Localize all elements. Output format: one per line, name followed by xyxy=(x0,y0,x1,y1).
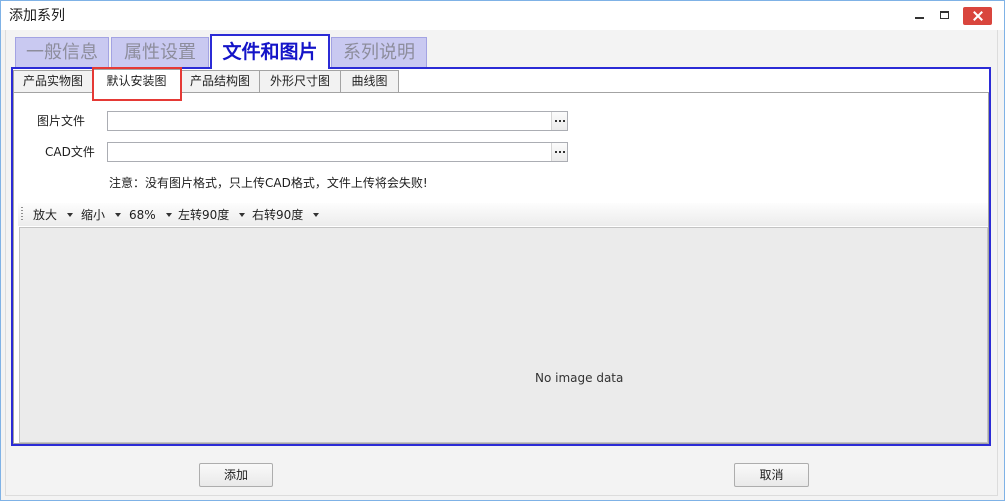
rotate-left-90-button[interactable]: 左转90度 xyxy=(178,203,246,226)
close-icon xyxy=(972,11,983,21)
tool-label: 放大 xyxy=(33,207,58,222)
sub-tab-label: 默认安装图 xyxy=(106,74,167,88)
tool-label: 缩小 xyxy=(81,207,106,222)
main-tab-label: 一般信息 xyxy=(26,42,98,63)
caret-down-icon xyxy=(165,212,172,217)
toolbar-grip-handle[interactable] xyxy=(21,207,23,222)
zoom-level-dropdown[interactable]: 68% xyxy=(129,203,172,226)
tool-label: 右转90度 xyxy=(252,207,304,222)
ellipsis-icon xyxy=(555,151,557,153)
main-tab-label: 文件和图片 xyxy=(222,41,318,63)
installation-drawing-page: 图片文件 CAD文件 注意：没有图片格式，只上传CAD格式，文件上传将会失败! … xyxy=(13,92,989,444)
image-toolbar: 放大 缩小 68% 左转90度 右转90度 xyxy=(18,203,988,226)
rotate-right-90-button[interactable]: 右转90度 xyxy=(252,203,320,226)
minimize-button[interactable] xyxy=(907,6,931,26)
main-tab-attribute-settings[interactable]: 属性设置 xyxy=(111,37,209,68)
sub-tab-label: 外形尺寸图 xyxy=(269,74,330,88)
maximize-button[interactable] xyxy=(932,6,956,26)
image-file-browse-button[interactable] xyxy=(551,112,567,130)
cad-file-label: CAD文件 xyxy=(45,145,95,159)
no-image-text: No image data xyxy=(535,371,624,385)
cad-file-edit xyxy=(107,142,568,162)
main-tab-general-info[interactable]: 一般信息 xyxy=(15,37,109,68)
image-viewer[interactable]: No image data xyxy=(19,227,988,443)
sub-tab-label: 曲线图 xyxy=(351,74,388,88)
main-tab-files-and-images[interactable]: 文件和图片 xyxy=(210,34,330,69)
main-tab-series-description[interactable]: 系列说明 xyxy=(331,37,427,68)
cad-file-browse-button[interactable] xyxy=(551,143,567,161)
caret-down-icon xyxy=(115,212,122,217)
sub-tab-outline-dimension-drawing[interactable]: 外形尺寸图 xyxy=(259,70,341,93)
maximize-icon xyxy=(940,11,949,19)
add-button[interactable]: 添加 xyxy=(199,463,273,487)
sub-tab-label: 产品结构图 xyxy=(189,74,250,88)
zoom-in-button[interactable]: 放大 xyxy=(33,203,74,226)
caret-down-icon xyxy=(313,212,320,217)
caret-down-icon xyxy=(67,212,74,217)
ellipsis-icon xyxy=(555,120,557,122)
window-title: 添加系列 xyxy=(9,8,65,24)
main-tab-label: 属性设置 xyxy=(124,42,196,63)
sub-tab-default-installation-drawing[interactable]: 默认安装图 xyxy=(92,69,181,93)
tool-label: 左转90度 xyxy=(178,207,230,222)
sub-tab-product-structure-drawing[interactable]: 产品结构图 xyxy=(180,70,260,93)
image-file-label: 图片文件 xyxy=(37,114,86,128)
upload-warning-note: 注意：没有图片格式，只上传CAD格式，文件上传将会失败! xyxy=(109,176,428,190)
files-and-images-panel: 产品实物图 默认安装图 产品结构图 外形尺寸图 曲线图 图片文件 CAD文件 注… xyxy=(11,67,991,446)
minimize-icon xyxy=(915,17,924,19)
close-button[interactable] xyxy=(963,7,992,25)
image-file-input[interactable] xyxy=(108,112,551,130)
sub-tab-product-photo[interactable]: 产品实物图 xyxy=(13,70,93,93)
cancel-button[interactable]: 取消 xyxy=(734,463,809,487)
zoom-out-button[interactable]: 缩小 xyxy=(81,203,122,226)
sub-tab-label: 产品实物图 xyxy=(22,74,83,88)
caret-down-icon xyxy=(239,212,246,217)
cad-file-input[interactable] xyxy=(108,143,551,161)
main-tab-label: 系列说明 xyxy=(343,42,415,63)
dialog-window: 添加系列 一般信息 属性设置 文件和图片 系列说明 产品实物图 默认安装图 产品… xyxy=(0,0,1005,501)
sub-tab-curve-chart[interactable]: 曲线图 xyxy=(340,70,399,93)
image-file-edit xyxy=(107,111,568,131)
tool-label: 68% xyxy=(129,207,156,222)
title-bar[interactable]: 添加系列 xyxy=(0,0,1005,30)
